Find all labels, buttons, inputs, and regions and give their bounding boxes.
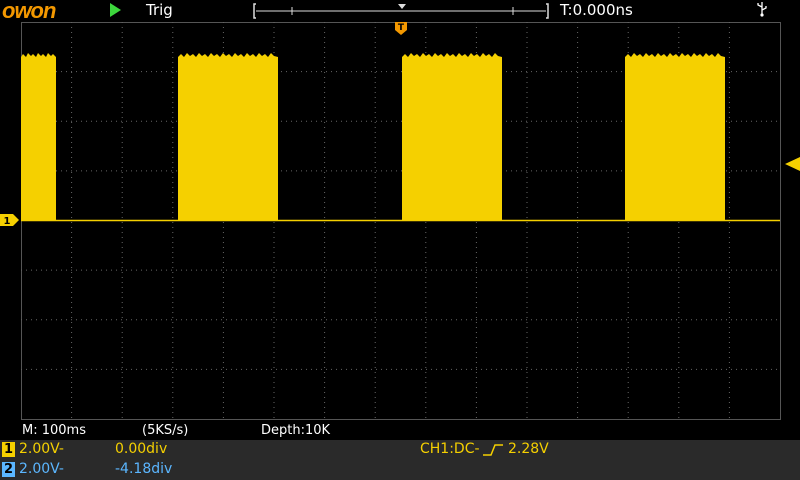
sample-rate: (5KS/s): [142, 423, 189, 438]
rising-edge-icon: [483, 444, 503, 456]
ch1-position: 0.00div: [115, 441, 168, 457]
ch1-waveform: [21, 53, 780, 222]
ch1-volts-div[interactable]: 2.00V-: [19, 441, 64, 457]
ch2-position: -4.18div: [115, 461, 173, 477]
trigger-level: 2.28V: [508, 441, 549, 457]
svg-text:1: 1: [4, 216, 11, 227]
ch1-tag: 1: [2, 442, 15, 457]
timebase[interactable]: M: 100ms: [22, 423, 86, 438]
trigger-position-marker[interactable]: T: [395, 22, 407, 35]
ch1-info-bar[interactable]: 1 2.00V- 0.00div CH1:DC- 2.28V: [0, 440, 800, 460]
ch2-tag: 2: [2, 462, 15, 477]
svg-text:T: T: [398, 23, 405, 33]
acquisition-status-bar: M: 100ms (5KS/s) Depth:10K: [0, 422, 800, 440]
ch1-ground-marker[interactable]: 1: [0, 214, 19, 227]
ch2-volts-div[interactable]: 2.00V-: [19, 461, 64, 477]
waveform-display[interactable]: T 1: [0, 0, 800, 480]
memory-depth[interactable]: Depth:10K: [261, 423, 330, 438]
trigger-level-arrow[interactable]: [785, 157, 800, 171]
trigger-source[interactable]: CH1:DC-: [420, 441, 480, 457]
ch2-info-bar[interactable]: 2 2.00V- -4.18div: [0, 460, 800, 480]
